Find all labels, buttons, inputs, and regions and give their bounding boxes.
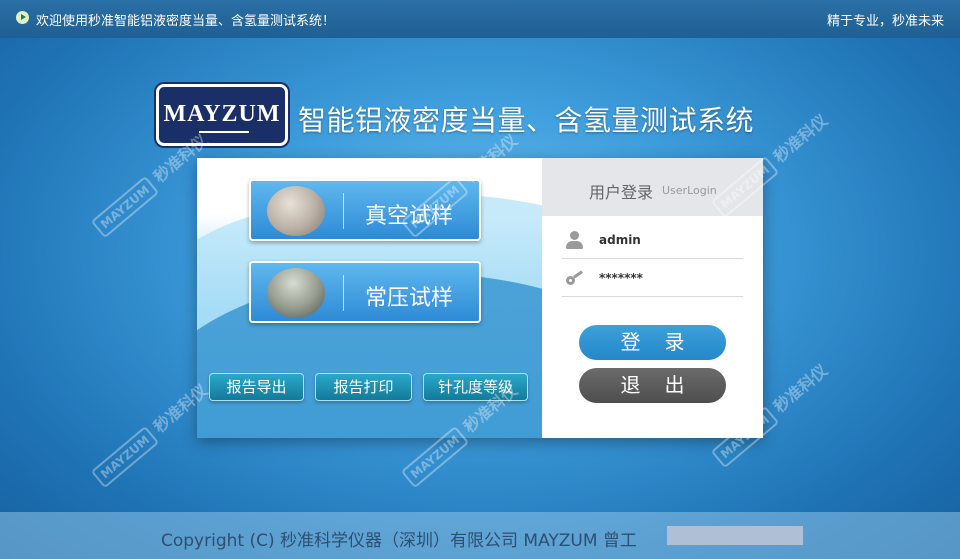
report-export-button[interactable]: 报告导出 xyxy=(209,373,304,401)
login-title: 用户登录 xyxy=(589,183,654,202)
logo-text: MAYZUM xyxy=(163,101,281,127)
username-value: admin xyxy=(599,233,641,247)
button-divider xyxy=(343,193,344,229)
main-panel: 真空试样 常压试样 报告导出 报告打印 针孔度等级 用户登录 UserLogin… xyxy=(197,158,763,438)
login-button[interactable]: 登录 xyxy=(579,325,726,360)
play-icon xyxy=(16,11,29,24)
button-divider xyxy=(343,275,344,311)
atmospheric-sample-image xyxy=(267,268,325,318)
logo-underline xyxy=(199,131,249,133)
system-title: 智能铝液密度当量、含氢量测试系统 xyxy=(298,104,755,137)
password-field[interactable]: ******* xyxy=(562,257,743,297)
slogan: 精于专业，秒准未来 xyxy=(826,14,944,29)
welcome-message: 欢迎使用秒准智能铝液密度当量、含氢量测试系统！ xyxy=(36,14,336,29)
vacuum-sample-image xyxy=(267,186,325,236)
redacted-block xyxy=(667,526,803,545)
username-field[interactable]: admin xyxy=(562,219,743,259)
top-bar: 欢迎使用秒准智能铝液密度当量、含氢量测试系统！ 精于专业，秒准未来 xyxy=(0,0,960,38)
watermark: MAYZUM秒准科仪 xyxy=(88,378,213,489)
atmospheric-sample-button[interactable]: 常压试样 xyxy=(249,261,481,323)
password-value: ******* xyxy=(599,271,643,285)
mayzum-logo: MAYZUM xyxy=(156,84,288,146)
exit-button[interactable]: 退出 xyxy=(579,368,726,403)
key-icon xyxy=(566,269,583,287)
copyright-text: Copyright (C) 秒准科学仪器（深圳）有限公司 MAYZUM 曾工 xyxy=(161,531,637,551)
watermark: MAYZUM秒准科仪 xyxy=(88,128,213,239)
footer: Copyright (C) 秒准科学仪器（深圳）有限公司 MAYZUM 曾工 xyxy=(0,512,960,559)
report-print-button[interactable]: 报告打印 xyxy=(315,373,412,401)
atmospheric-sample-label: 常压试样 xyxy=(365,286,454,311)
login-subtitle: UserLogin xyxy=(662,184,717,197)
user-icon xyxy=(566,231,583,249)
